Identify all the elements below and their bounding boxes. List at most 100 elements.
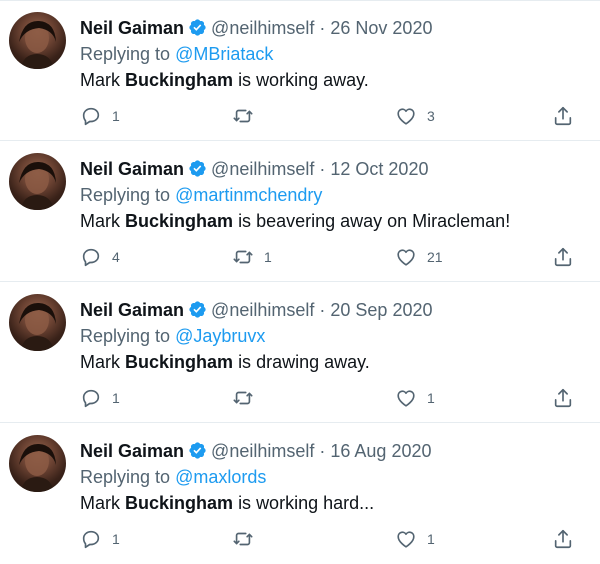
author-name[interactable]: Neil Gaiman: [80, 441, 184, 461]
reply-count: 1: [112, 531, 120, 547]
tweet-text-part: is working hard...: [238, 493, 375, 513]
tweet-actions: 1 3: [0, 104, 600, 128]
reply-count: 4: [112, 249, 120, 265]
tweet-header: Neil Gaiman @neilhimself · 12 Oct 2020: [80, 157, 428, 181]
share-button[interactable]: [552, 527, 574, 551]
share-icon: [554, 529, 572, 549]
tweet-date[interactable]: 20 Sep 2020: [330, 300, 432, 320]
avatar[interactable]: [9, 435, 66, 492]
reply-count: 1: [112, 390, 120, 406]
replying-to-handle[interactable]: @MBriatack: [175, 44, 273, 64]
tweet-feed: Neil Gaiman @neilhimself · 26 Nov 2020 Re…: [0, 0, 600, 559]
replying-to: Replying to @MBriatack: [80, 42, 273, 66]
tweet-date[interactable]: 16 Aug 2020: [330, 441, 431, 461]
reply-icon: [82, 530, 100, 549]
retweet-icon: [233, 391, 253, 405]
author-handle[interactable]: @neilhimself: [211, 159, 314, 179]
like-count: 21: [427, 249, 443, 265]
replying-to-label: Replying to: [80, 326, 171, 346]
retweet-icon: [233, 109, 253, 123]
replying-to: Replying to @Jaybruvx: [80, 324, 265, 348]
reply-button[interactable]: 1: [80, 527, 120, 551]
share-icon: [554, 388, 572, 408]
share-icon: [554, 247, 572, 267]
share-button[interactable]: [552, 104, 574, 128]
tweet-text: Mark Buckingham is drawing away.: [80, 350, 370, 374]
replying-to-handle[interactable]: @martinmchendry: [175, 185, 322, 205]
author-name[interactable]: Neil Gaiman: [80, 300, 184, 320]
replying-to-label: Replying to: [80, 185, 171, 205]
retweet-icon: [233, 250, 253, 264]
avatar[interactable]: [9, 12, 66, 69]
tweet-actions: 1 1: [0, 386, 600, 410]
author-handle[interactable]: @neilhimself: [211, 300, 314, 320]
like-button[interactable]: 1: [395, 386, 435, 410]
separator: ·: [319, 18, 326, 38]
tweet-header: Neil Gaiman @neilhimself · 16 Aug 2020: [80, 439, 432, 463]
reply-button[interactable]: 1: [80, 386, 120, 410]
replying-to-handle[interactable]: @Jaybruvx: [175, 326, 265, 346]
reply-icon: [82, 389, 100, 408]
like-count: 1: [427, 531, 435, 547]
tweet-text-part: Mark: [80, 493, 120, 513]
retweet-icon: [233, 532, 253, 546]
retweet-button[interactable]: [232, 386, 264, 410]
share-button[interactable]: [552, 245, 574, 269]
tweet-date[interactable]: 12 Oct 2020: [330, 159, 428, 179]
reply-count: 1: [112, 108, 120, 124]
separator: ·: [319, 441, 326, 461]
reply-button[interactable]: 4: [80, 245, 120, 269]
like-button[interactable]: 21: [395, 245, 443, 269]
tweet-text-highlight: Buckingham: [125, 70, 234, 90]
retweet-button[interactable]: [232, 527, 264, 551]
verified-badge-icon: [188, 300, 207, 319]
like-button[interactable]: 3: [395, 104, 435, 128]
verified-badge-icon: [188, 159, 207, 178]
replying-to: Replying to @maxlords: [80, 465, 266, 489]
tweet-actions: 1 1: [0, 527, 600, 551]
heart-icon: [397, 108, 415, 125]
like-count: 3: [427, 108, 435, 124]
replying-to-handle[interactable]: @maxlords: [175, 467, 266, 487]
tweet-date[interactable]: 26 Nov 2020: [330, 18, 432, 38]
author-handle[interactable]: @neilhimself: [211, 441, 314, 461]
avatar[interactable]: [9, 294, 66, 351]
retweet-button[interactable]: 1: [232, 245, 272, 269]
tweet-text-part: Mark: [80, 211, 120, 231]
tweet-header: Neil Gaiman @neilhimself · 20 Sep 2020: [80, 298, 432, 322]
tweet-text-part: Mark: [80, 70, 120, 90]
share-button[interactable]: [552, 386, 574, 410]
tweet-text-highlight: Buckingham: [125, 352, 234, 372]
tweet-text: Mark Buckingham is beavering away on Mir…: [80, 209, 510, 233]
heart-icon: [397, 390, 415, 407]
tweet[interactable]: Neil Gaiman @neilhimself · 20 Sep 2020 Re…: [0, 282, 600, 423]
tweet[interactable]: Neil Gaiman @neilhimself · 16 Aug 2020 Re…: [0, 423, 600, 564]
author-handle[interactable]: @neilhimself: [211, 18, 314, 38]
tweet-text-part: is beavering away on Miracleman!: [238, 211, 511, 231]
tweet[interactable]: Neil Gaiman @neilhimself · 12 Oct 2020 Re…: [0, 141, 600, 282]
tweet[interactable]: Neil Gaiman @neilhimself · 26 Nov 2020 Re…: [0, 0, 600, 141]
author-name[interactable]: Neil Gaiman: [80, 18, 184, 38]
heart-icon: [397, 249, 415, 266]
separator: ·: [319, 159, 326, 179]
tweet-text-highlight: Buckingham: [125, 493, 234, 513]
verified-badge-icon: [188, 441, 207, 460]
tweet-actions: 4 1 21: [0, 245, 600, 269]
tweet-text-highlight: Buckingham: [125, 211, 234, 231]
retweet-button[interactable]: [232, 104, 264, 128]
like-button[interactable]: 1: [395, 527, 435, 551]
tweet-text: Mark Buckingham is working hard...: [80, 491, 374, 515]
tweet-text-part: is drawing away.: [238, 352, 370, 372]
tweet-text: Mark Buckingham is working away.: [80, 68, 369, 92]
author-name[interactable]: Neil Gaiman: [80, 159, 184, 179]
separator: ·: [319, 300, 326, 320]
heart-icon: [397, 531, 415, 548]
reply-button[interactable]: 1: [80, 104, 120, 128]
retweet-count: 1: [264, 249, 272, 265]
replying-to-label: Replying to: [80, 467, 171, 487]
reply-icon: [82, 248, 100, 267]
avatar[interactable]: [9, 153, 66, 210]
reply-icon: [82, 107, 100, 126]
like-count: 1: [427, 390, 435, 406]
share-icon: [554, 106, 572, 126]
